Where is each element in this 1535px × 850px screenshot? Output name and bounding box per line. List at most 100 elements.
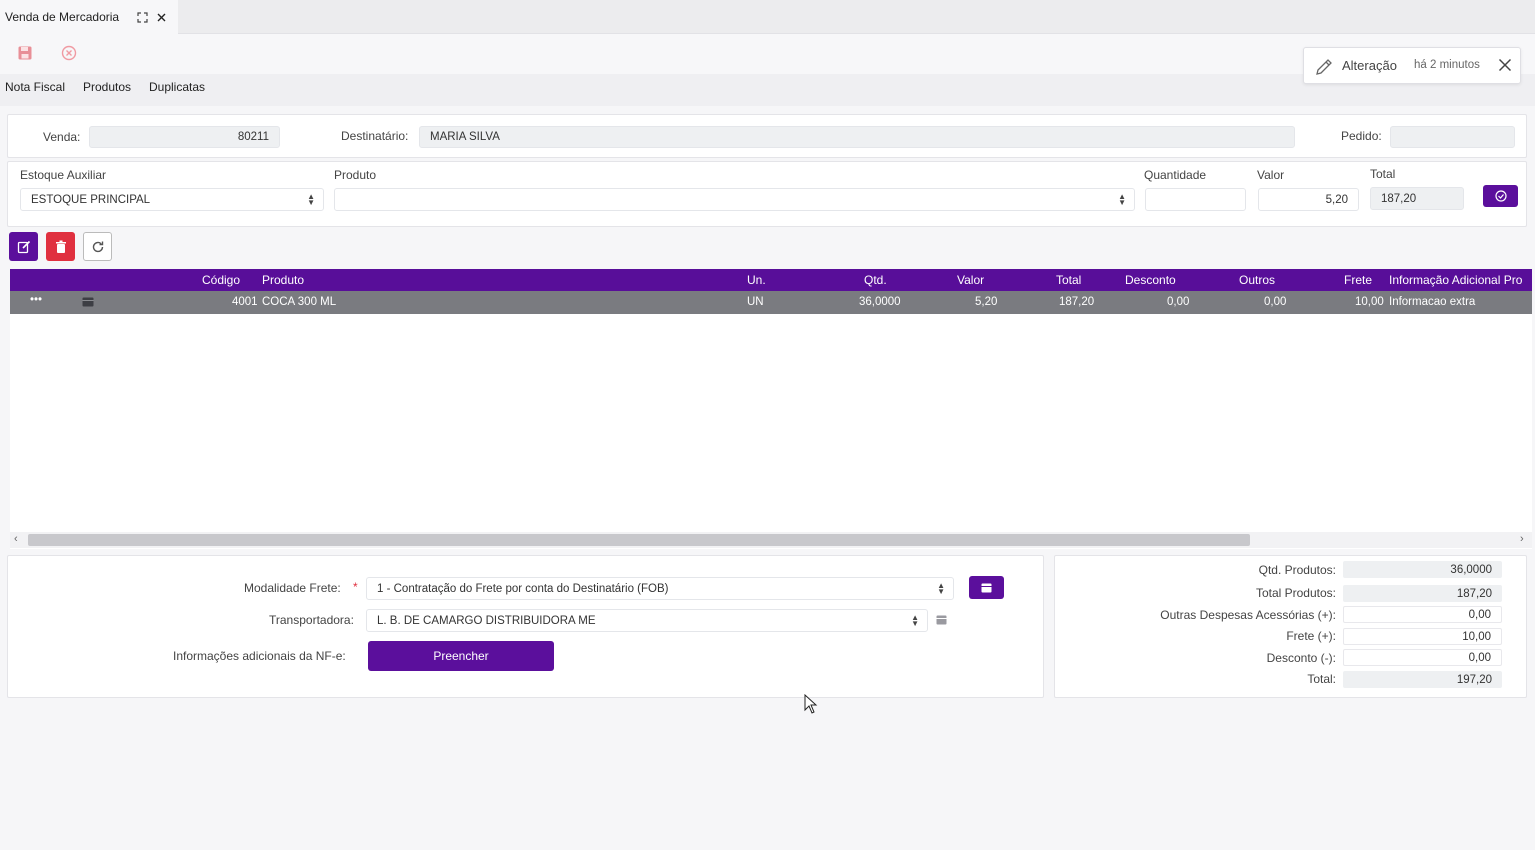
cell-frete: 10,00 [1355, 296, 1384, 308]
outras-despesas-input[interactable]: 0,00 [1343, 606, 1502, 623]
col-desconto[interactable]: Desconto [1125, 273, 1176, 287]
cell-outros: 0,00 [1264, 296, 1287, 308]
quantidade-input[interactable] [1145, 188, 1246, 211]
produto-select[interactable]: ▲ ▼ [334, 188, 1135, 211]
modalidade-frete-label: Modalidade Frete: [244, 581, 341, 595]
tab-venda-mercadoria[interactable]: Venda de Mercadoria [0, 0, 178, 34]
frete-calendar-button[interactable] [969, 576, 1004, 599]
table-row[interactable]: ••• 4001 COCA 300 ML UN 36,0000 5,20 187… [10, 291, 1532, 314]
destinatario-value: MARIA SILVA [430, 131, 500, 143]
preencher-button[interactable]: Preencher [368, 641, 554, 671]
confirm-item-button[interactable] [1483, 185, 1518, 207]
select-arrows-icon: ▲ ▼ [937, 580, 945, 596]
select-arrows-icon: ▲ ▼ [1118, 191, 1126, 207]
row-detail-icon[interactable] [82, 297, 94, 310]
total-produtos-value: 187,20 [1343, 585, 1502, 602]
header-panel: Venda: 80211 Destinatário: MARIA SILVA P… [7, 114, 1527, 158]
products-grid: Código Produto Un. Qtd. Valor Total Desc… [10, 269, 1532, 549]
notification-time: há 2 minutos [1414, 59, 1480, 71]
transportadora-value: L. B. DE CAMARGO DISTRIBUIDORA ME [377, 614, 596, 627]
menu-duplicatas[interactable]: Duplicatas [149, 80, 205, 94]
maximize-icon[interactable] [134, 9, 150, 25]
trash-icon [55, 240, 66, 253]
col-total[interactable]: Total [1056, 273, 1081, 287]
total-value: 187,20 [1381, 192, 1417, 205]
delete-button[interactable] [46, 232, 75, 261]
col-valor[interactable]: Valor [957, 273, 984, 287]
col-info-adicional[interactable]: Informação Adicional Pro [1389, 273, 1522, 287]
select-arrows-icon: ▲ ▼ [911, 612, 919, 628]
modalidade-frete-select[interactable]: 1 - Contratação do Frete por conta do De… [366, 577, 954, 600]
required-mark: * [353, 580, 358, 594]
grid-horizontal-scrollbar[interactable]: ‹ › [10, 532, 1532, 548]
estoque-label: Estoque Auxiliar [20, 168, 107, 182]
destinatario-field[interactable]: MARIA SILVA [419, 126, 1295, 148]
col-qtd[interactable]: Qtd. [864, 273, 887, 287]
valor-input[interactable]: 5,20 [1258, 188, 1359, 211]
tab-bar: Venda de Mercadoria [0, 0, 1535, 34]
notification-close-icon[interactable] [1498, 58, 1512, 75]
transportadora-select[interactable]: L. B. DE CAMARGO DISTRIBUIDORA ME ▲ ▼ [366, 609, 928, 632]
qtd-produtos-label: Qtd. Produtos: [1258, 563, 1336, 577]
pedido-field[interactable] [1390, 126, 1515, 148]
cell-info: Informacao extra [1389, 296, 1476, 308]
desconto-label: Desconto (-): [1266, 651, 1336, 665]
row-menu-icon[interactable]: ••• [30, 294, 42, 306]
quantidade-label: Quantidade [1144, 168, 1207, 182]
cell-total: 187,20 [1059, 296, 1095, 308]
edit-icon [17, 240, 30, 253]
valor-label: Valor [1257, 168, 1285, 182]
estoque-value: ESTOQUE PRINCIPAL [31, 193, 151, 206]
info-adicionais-label: Informações adicionais da NF-e: [173, 649, 346, 663]
desconto-input[interactable]: 0,00 [1343, 649, 1502, 666]
estoque-select[interactable]: ESTOQUE PRINCIPAL ▲ ▼ [20, 188, 324, 211]
total-produtos-text: 187,20 [1456, 587, 1492, 600]
tab-title: Venda de Mercadoria [5, 10, 120, 24]
mouse-cursor-icon [804, 693, 818, 717]
venda-field[interactable]: 80211 [89, 126, 280, 148]
col-un[interactable]: Un. [747, 273, 766, 287]
menu-nota-fiscal[interactable]: Nota Fiscal [5, 80, 65, 94]
edit-button[interactable] [9, 232, 38, 261]
pedido-label: Pedido: [1341, 129, 1382, 143]
col-produto[interactable]: Produto [262, 273, 304, 287]
refresh-button[interactable] [83, 232, 112, 261]
close-icon[interactable] [153, 9, 169, 25]
cell-valor: 5,20 [975, 296, 998, 308]
refresh-icon [92, 241, 103, 252]
produto-label: Produto [334, 168, 377, 182]
frete-text: 10,00 [1462, 630, 1491, 643]
outras-despesas-label: Outras Despesas Acessórias (+): [1160, 608, 1336, 622]
scrollbar-thumb[interactable] [28, 534, 1250, 546]
scroll-right-icon[interactable]: › [1520, 533, 1524, 545]
col-codigo[interactable]: Código [202, 273, 240, 287]
frete-input[interactable]: 10,00 [1343, 628, 1502, 645]
col-outros[interactable]: Outros [1239, 273, 1275, 287]
cancel-icon[interactable] [58, 42, 80, 64]
cell-qtd: 36,0000 [859, 296, 901, 308]
total-label: Total [1370, 167, 1396, 181]
venda-value: 80211 [237, 131, 269, 143]
total-produtos-label: Total Produtos: [1255, 586, 1336, 600]
destinatario-label: Destinatário: [341, 129, 409, 143]
scroll-left-icon[interactable]: ‹ [14, 533, 18, 545]
cell-produto: COCA 300 ML [262, 296, 337, 308]
pencil-icon [1314, 57, 1334, 80]
modalidade-frete-value: 1 - Contratação do Frete por conta do De… [377, 582, 669, 595]
total-text: 197,20 [1456, 673, 1492, 686]
outras-despesas-text: 0,00 [1468, 608, 1491, 621]
venda-label: Venda: [43, 130, 81, 144]
transportadora-detail-icon[interactable] [936, 614, 947, 628]
transportadora-label: Transportadora: [269, 613, 354, 627]
valor-value: 5,20 [1325, 193, 1348, 206]
check-circle-icon [1494, 190, 1507, 202]
total-field: 187,20 [1370, 187, 1464, 210]
save-icon[interactable] [14, 42, 36, 64]
cell-desconto: 0,00 [1167, 296, 1190, 308]
item-form-panel: Estoque Auxiliar ESTOQUE PRINCIPAL ▲ ▼ Pr… [7, 161, 1527, 227]
total-label-summary: Total: [1307, 672, 1336, 686]
qtd-produtos-value: 36,0000 [1343, 561, 1502, 578]
grid-header: Código Produto Un. Qtd. Valor Total Desc… [10, 269, 1532, 291]
menu-produtos[interactable]: Produtos [83, 80, 131, 94]
col-frete[interactable]: Frete [1344, 273, 1372, 287]
